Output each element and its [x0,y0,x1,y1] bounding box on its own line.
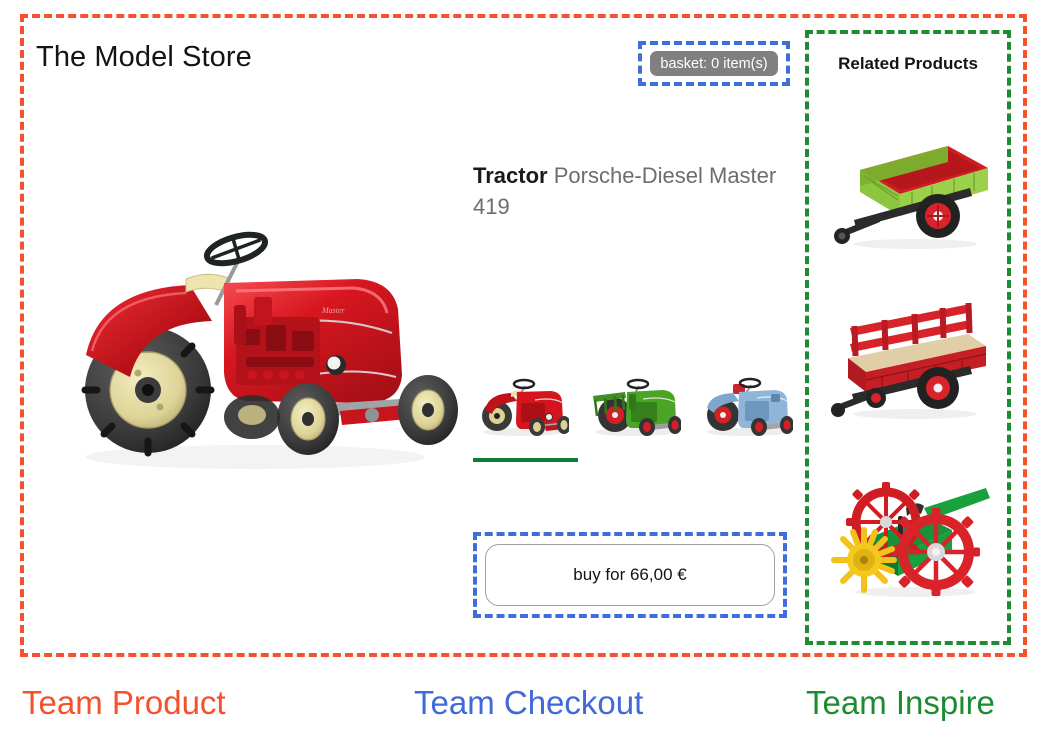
product-category: Tractor [473,163,548,188]
product-title: Tractor Porsche-Diesel Master 419 [473,160,793,222]
related-product-green-tipping-trailer[interactable] [820,112,998,272]
variant-thumb-green[interactable] [585,370,681,440]
page-title: The Model Store [36,41,252,73]
product-variant-strip [473,368,793,440]
basket-status-badge[interactable]: basket: 0 item(s) [650,51,778,76]
related-product-red-green-hay-tedder[interactable] [820,460,998,620]
team-caption-product: Team Product [22,684,226,721]
related-products-title: Related Products [838,54,978,73]
variant-thumb-red[interactable] [473,370,569,440]
variant-selected-underline [473,458,578,462]
svg-text:Master: Master [321,306,346,315]
team-caption-checkout: Team Checkout [414,684,644,721]
team-caption-inspire: Team Inspire [806,684,995,721]
buy-button[interactable]: buy for 66,00 € [485,544,775,606]
variant-thumb-blue[interactable] [697,370,793,440]
product-hero-image: Master [40,205,460,480]
related-product-red-stake-trailer[interactable] [820,282,998,442]
